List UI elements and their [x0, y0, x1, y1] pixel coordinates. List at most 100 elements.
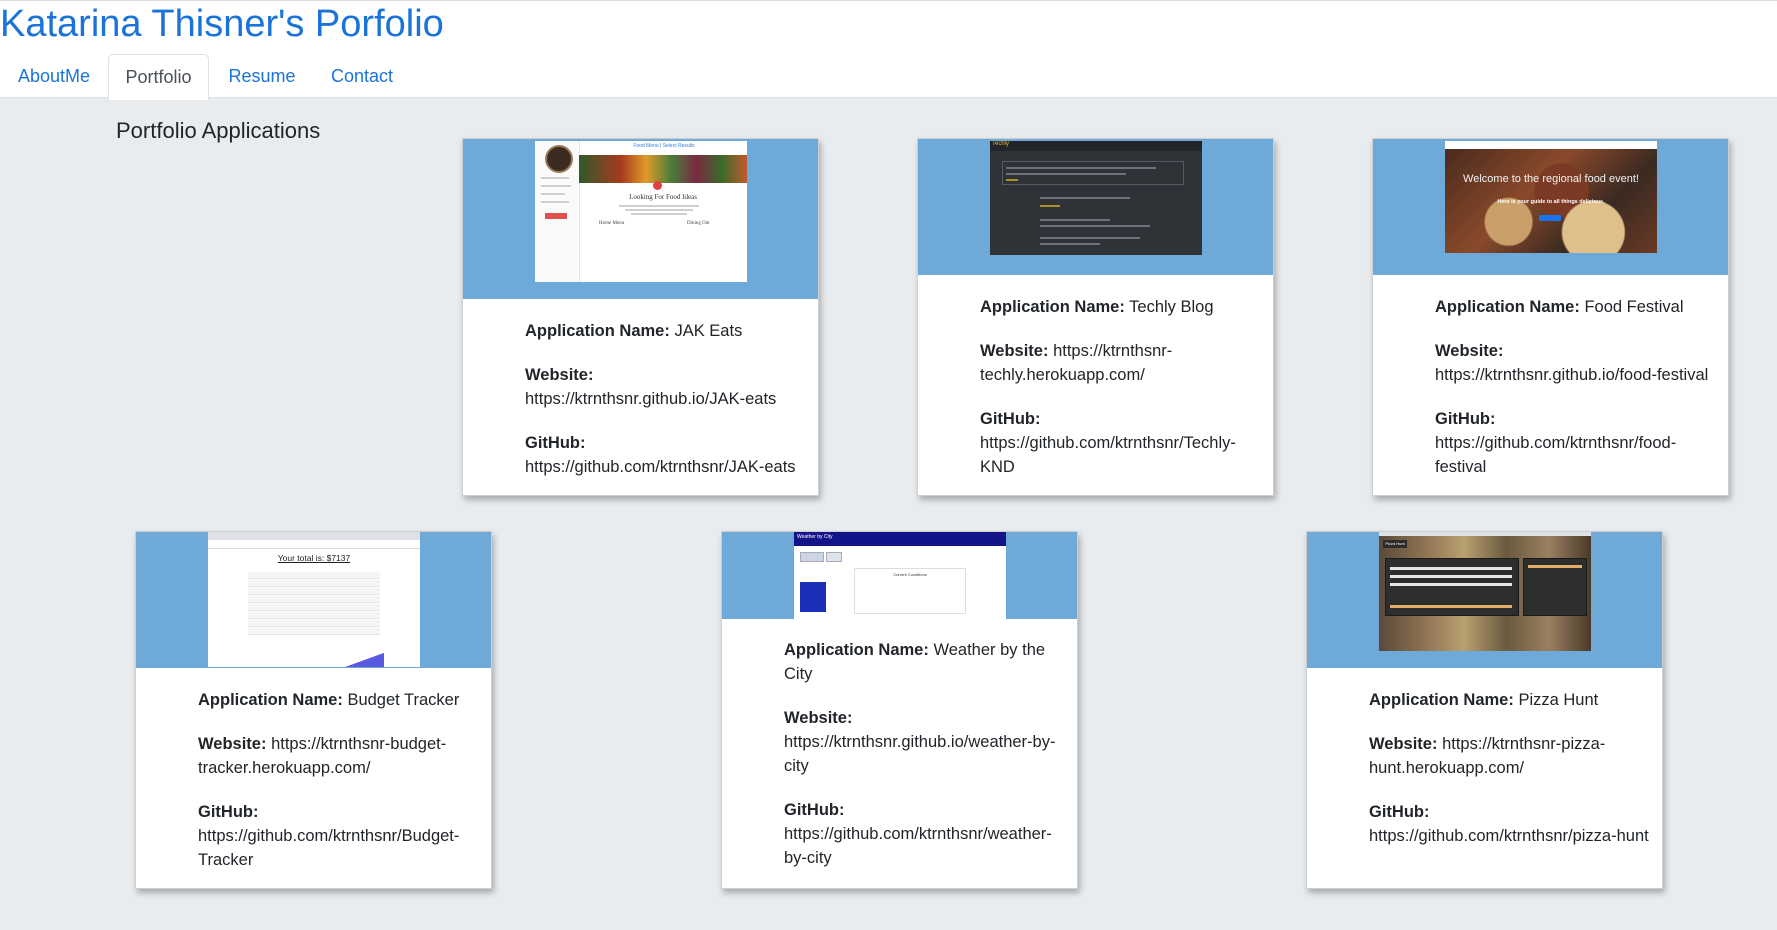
- input-line: [1390, 567, 1512, 570]
- navbar-graphic: [1445, 141, 1657, 149]
- address-bar-graphic: [208, 540, 420, 549]
- thumb-total: Your total is: $7137: [277, 553, 351, 563]
- website-url[interactable]: https://ktrnthsnr.github.io/food-festiva…: [1435, 366, 1708, 384]
- app-name: Pizza Hunt: [1518, 691, 1599, 709]
- conditions-panel: Current Conditions: [854, 568, 966, 614]
- table-row: [248, 628, 380, 635]
- github-label: GitHub:: [784, 801, 845, 819]
- card-body: Application Name: Budget Tracker Website…: [198, 688, 483, 892]
- project-card: Your total is: $7137 Application Name: B…: [135, 531, 492, 889]
- table-row: [248, 604, 380, 611]
- screenshot-techly: Techly: [990, 141, 1202, 255]
- tab-contact[interactable]: Contact: [316, 54, 408, 99]
- tab-aboutme[interactable]: AboutMe: [8, 54, 100, 99]
- thumb-header: Food Menu | Select Results: [633, 143, 695, 149]
- app-name: Food Festival: [1584, 298, 1684, 316]
- site-header: Katarina Thisner's Porfolio AboutMe Port…: [0, 0, 1777, 100]
- card-body: Application Name: JAK Eats Website: https…: [525, 319, 810, 499]
- text-line: [541, 177, 569, 179]
- text-line: [619, 205, 699, 207]
- github-url[interactable]: https://github.com/ktrnthsnr/pizza-hunt: [1369, 827, 1649, 845]
- text-line: [1040, 219, 1110, 221]
- tab-portfolio[interactable]: Portfolio: [108, 54, 209, 100]
- food-banner-image: [579, 155, 747, 183]
- thumb-left-label: Home Menu: [599, 221, 625, 226]
- table-row: [248, 596, 380, 603]
- site-title[interactable]: Katarina Thisner's Porfolio: [0, 1, 444, 47]
- project-thumbnail[interactable]: Food Menu | Select Results Looking For F…: [463, 139, 818, 299]
- text-line: [1040, 197, 1130, 199]
- button-graphic: [1539, 215, 1561, 221]
- project-thumbnail[interactable]: Weather by City Current Conditions: [722, 532, 1077, 619]
- website-url[interactable]: https://ktrnthsnr.github.io/weather-by-c…: [784, 733, 1055, 775]
- text-line: [1040, 205, 1060, 207]
- website-url[interactable]: https://ktrnthsnr.github.io/JAK-eats: [525, 390, 776, 408]
- table-row: [248, 620, 380, 627]
- github-label: GitHub:: [980, 410, 1041, 428]
- project-card: Techly Application Name: Techly Blog Web…: [917, 138, 1274, 496]
- card-body: Application Name: Pizza Hunt Website: ht…: [1369, 688, 1654, 868]
- table-row: [248, 612, 380, 619]
- website-label: Website:: [198, 735, 267, 753]
- github-label: GitHub:: [525, 434, 586, 452]
- github-label: GitHub:: [198, 803, 259, 821]
- website-label: Website:: [1369, 735, 1438, 753]
- table-row: [248, 572, 380, 579]
- search-input-graphic: [800, 552, 824, 562]
- github-url[interactable]: https://github.com/ktrnthsnr/food-festiv…: [1435, 434, 1676, 476]
- github-label: GitHub:: [1435, 410, 1496, 428]
- github-url[interactable]: https://github.com/ktrnthsnr/JAK-eats: [525, 458, 796, 476]
- website-label: Website:: [525, 366, 594, 384]
- thumb-subheading: Here is your guide to all things delicio…: [1497, 199, 1605, 205]
- project-card: Welcome to the regional food event! Here…: [1372, 138, 1729, 496]
- tab-resume[interactable]: Resume: [216, 54, 308, 99]
- red-dot-icon: [653, 181, 662, 190]
- screenshot-weather: Weather by City Current Conditions: [794, 532, 1006, 619]
- input-line: [1390, 575, 1512, 578]
- project-thumbnail[interactable]: Your total is: $7137: [136, 532, 491, 668]
- card-body: Application Name: Techly Blog Website: h…: [980, 295, 1265, 499]
- website-label: Website:: [1435, 342, 1504, 360]
- website-label: Website:: [980, 342, 1049, 360]
- table-row: [248, 588, 380, 595]
- thumb-heading: Welcome to the regional food event!: [1463, 173, 1639, 185]
- thumb-nav-title: Weather by City: [797, 534, 833, 540]
- website-label: Website:: [784, 709, 853, 727]
- screenshot-jak-eats: Food Menu | Select Results Looking For F…: [535, 141, 747, 282]
- project-card: Weather by City Current Conditions Appli…: [721, 531, 1078, 889]
- browser-tabs-graphic: [208, 532, 420, 540]
- button-graphic: [1390, 605, 1512, 608]
- app-name-label: Application Name:: [198, 691, 343, 709]
- navbar-graphic: Weather by City: [794, 532, 1006, 546]
- app-name-label: Application Name:: [784, 641, 929, 659]
- project-thumbnail[interactable]: Welcome to the regional food event! Here…: [1373, 139, 1728, 275]
- project-card: Food Menu | Select Results Looking For F…: [462, 138, 819, 496]
- navbar-graphic: Techly: [990, 141, 1202, 151]
- list-panel: [1523, 558, 1587, 616]
- table-row: [248, 580, 380, 587]
- app-name: Techly Blog: [1129, 298, 1214, 316]
- screenshot-food-festival: Welcome to the regional food event! Here…: [1445, 141, 1657, 253]
- text-line: [1040, 243, 1100, 245]
- app-name-label: Application Name:: [525, 322, 670, 340]
- github-url[interactable]: https://github.com/ktrnthsnr/Budget-Trac…: [198, 827, 459, 869]
- app-name: Budget Tracker: [347, 691, 460, 709]
- app-name-label: Application Name:: [1369, 691, 1514, 709]
- button-graphic: [545, 213, 567, 219]
- project-thumbnail[interactable]: Techly: [918, 139, 1273, 275]
- github-url[interactable]: https://github.com/ktrnthsnr/weather-by-…: [784, 825, 1052, 867]
- app-name-label: Application Name:: [1435, 298, 1580, 316]
- app-name-label: Application Name:: [980, 298, 1125, 316]
- thumb-logo: Pizza Hunt: [1383, 540, 1407, 548]
- button-graphic: [826, 552, 842, 562]
- area-chart-graphic: [344, 653, 384, 667]
- github-url[interactable]: https://github.com/ktrnthsnr/Techly-KND: [980, 434, 1236, 476]
- project-thumbnail[interactable]: Pizza Hunt: [1307, 532, 1662, 668]
- city-list-graphic: [800, 582, 826, 612]
- list-item: [1528, 565, 1582, 568]
- text-line: [541, 185, 571, 187]
- screenshot-pizza-hunt: Pizza Hunt: [1379, 532, 1591, 651]
- card-body: Application Name: Weather by the City We…: [784, 638, 1069, 890]
- text-line: [1040, 225, 1150, 227]
- text-line: [1006, 167, 1156, 169]
